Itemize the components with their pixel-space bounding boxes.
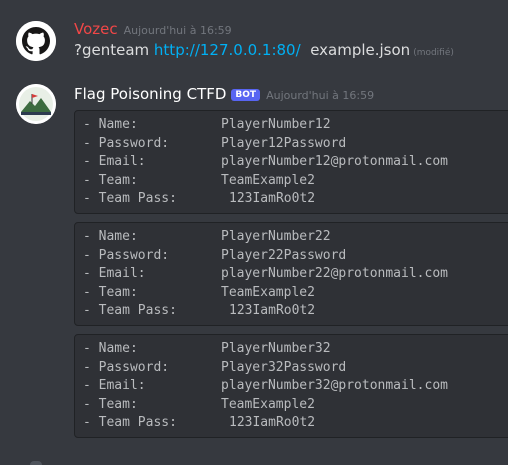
password-row: - Password: Player32Password bbox=[83, 359, 508, 378]
team-value: TeamExample2 bbox=[221, 396, 315, 412]
password-label: - Password: bbox=[83, 359, 170, 375]
email-value: playerNumber12@protonmail.com bbox=[221, 154, 448, 169]
message-header: Vozec Aujourd'hui à 16:59 bbox=[74, 19, 232, 38]
github-octocat-icon bbox=[16, 21, 56, 61]
email-value: playerNumber22@protonmail.com bbox=[221, 266, 448, 281]
name-value: PlayerNumber32 bbox=[221, 341, 331, 356]
bot-tag: BOT bbox=[231, 89, 261, 101]
email-row: - Email: playerNumber22@protonmail.com bbox=[83, 265, 508, 284]
timestamp: Aujourd'hui à 16:59 bbox=[266, 89, 375, 102]
team-label: - Team: bbox=[83, 172, 138, 188]
bot-username[interactable]: Flag Poisoning CTFD bbox=[74, 85, 226, 103]
team-label: - Team: bbox=[83, 396, 138, 412]
email-value: playerNumber32@protonmail.com bbox=[221, 378, 448, 393]
team-pass-row: - Team Pass: 123IamRo0t2 bbox=[83, 414, 508, 433]
username[interactable]: Vozec bbox=[74, 20, 118, 38]
code-block: - Name: PlayerNumber32 - Password: Player3… bbox=[74, 334, 508, 438]
user-avatar[interactable] bbox=[16, 21, 56, 61]
team-pass-row: - Team Pass: 123IamRo0t2 bbox=[83, 302, 508, 321]
email-label: - Email: bbox=[83, 154, 146, 169]
file-name-text: example.json bbox=[310, 41, 411, 59]
name-row: - Name: PlayerNumber22 bbox=[83, 228, 508, 247]
password-value: Player22Password bbox=[221, 247, 347, 263]
message-header: Flag Poisoning CTFD BOT Aujourd'hui à 16:5… bbox=[74, 84, 374, 103]
name-label: - Name: bbox=[83, 341, 138, 356]
email-label: - Email: bbox=[83, 266, 146, 281]
password-row: - Password: Player12Password bbox=[83, 135, 508, 154]
team-pass-label: - Team Pass: bbox=[83, 415, 177, 430]
email-row: - Email: playerNumber32@protonmail.com bbox=[83, 377, 508, 396]
message-user: Vozec Aujourd'hui à 16:59 ?genteam http:/… bbox=[0, 0, 508, 70]
team-pass-label: - Team Pass: bbox=[83, 303, 177, 318]
message-bot: Flag Poisoning CTFD BOT Aujourd'hui à 16:5… bbox=[0, 70, 508, 464]
name-row: - Name: PlayerNumber12 bbox=[83, 116, 508, 135]
team-row: - Team: TeamExample2 bbox=[83, 284, 508, 303]
team-pass-row: - Team Pass: 123IamRo0t2 bbox=[83, 190, 508, 209]
team-value: TeamExample2 bbox=[221, 284, 315, 300]
team-pass-label: - Team Pass: bbox=[83, 191, 177, 206]
password-label: - Password: bbox=[83, 135, 170, 151]
team-row: - Team: TeamExample2 bbox=[83, 396, 508, 415]
code-block: - Name: PlayerNumber12 - Password: Player1… bbox=[74, 110, 508, 214]
password-label: - Password: bbox=[83, 247, 170, 263]
email-row: - Email: playerNumber12@protonmail.com bbox=[83, 153, 508, 172]
message-content: ?genteam http://127.0.0.1:80/ example.js… bbox=[74, 41, 454, 59]
password-row: - Password: Player22Password bbox=[83, 247, 508, 266]
code-block: - Name: PlayerNumber22 - Password: Player2… bbox=[74, 222, 508, 326]
team-value: TeamExample2 bbox=[221, 172, 315, 188]
password-value: Player32Password bbox=[221, 359, 347, 375]
team-row: - Team: TeamExample2 bbox=[83, 172, 508, 191]
edited-label: (modifié) bbox=[413, 48, 454, 58]
name-label: - Name: bbox=[83, 117, 138, 132]
team-pass-value: 123IamRo0t2 bbox=[229, 191, 316, 206]
team-pass-value: 123IamRo0t2 bbox=[229, 415, 316, 430]
name-value: PlayerNumber22 bbox=[221, 229, 331, 244]
next-avatar-edge bbox=[30, 461, 42, 465]
bot-avatar[interactable] bbox=[16, 84, 56, 124]
timestamp: Aujourd'hui à 16:59 bbox=[123, 24, 232, 37]
team-label: - Team: bbox=[83, 284, 138, 300]
team-pass-value: 123IamRo0t2 bbox=[229, 303, 316, 318]
email-label: - Email: bbox=[83, 378, 146, 393]
message-link[interactable]: http://127.0.0.1:80/ bbox=[154, 41, 301, 59]
name-value: PlayerNumber12 bbox=[221, 117, 331, 132]
name-label: - Name: bbox=[83, 229, 138, 244]
password-value: Player12Password bbox=[221, 135, 347, 151]
command-text: ?genteam bbox=[74, 41, 150, 59]
ctf-flag-mountain-icon bbox=[16, 84, 56, 124]
name-row: - Name: PlayerNumber32 bbox=[83, 340, 508, 359]
